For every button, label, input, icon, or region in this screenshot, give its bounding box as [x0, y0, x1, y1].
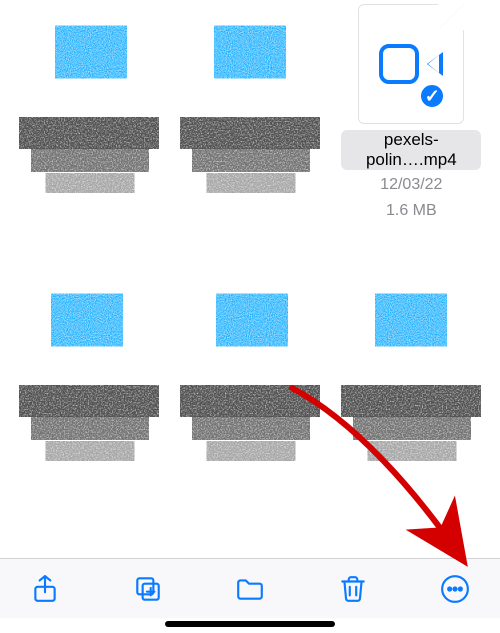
file-grid-area: ✓ pexels-polin….mp4 12/03/22 1.6 MB — [0, 0, 500, 555]
file-item[interactable] — [169, 268, 330, 498]
ellipsis-circle-icon — [440, 574, 470, 604]
share-icon — [30, 574, 60, 604]
share-button[interactable] — [24, 568, 66, 610]
duplicate-icon — [133, 574, 163, 604]
file-size-label: 1.6 MB — [386, 200, 437, 222]
file-date-label: 12/03/22 — [380, 174, 442, 196]
file-item[interactable] — [331, 268, 492, 498]
home-indicator[interactable] — [165, 621, 335, 627]
file-item[interactable] — [169, 0, 330, 230]
folder-icon — [235, 574, 265, 604]
bottom-toolbar — [0, 558, 500, 618]
loading-thumbnail — [180, 268, 320, 488]
trash-icon — [338, 574, 368, 604]
selected-check-icon: ✓ — [418, 82, 446, 110]
video-camera-icon — [381, 42, 441, 86]
duplicate-button[interactable] — [127, 568, 169, 610]
loading-thumbnail — [341, 268, 481, 488]
file-item[interactable] — [8, 268, 169, 498]
delete-button[interactable] — [332, 568, 374, 610]
more-button[interactable] — [434, 568, 476, 610]
file-name-label: pexels-polin….mp4 — [341, 130, 481, 170]
loading-thumbnail — [19, 268, 159, 488]
video-thumbnail: ✓ — [358, 4, 464, 124]
file-grid: ✓ pexels-polin….mp4 12/03/22 1.6 MB — [8, 0, 492, 498]
page-fold-icon — [438, 4, 464, 30]
file-item-selected[interactable]: ✓ pexels-polin….mp4 12/03/22 1.6 MB — [331, 0, 492, 230]
loading-thumbnail — [180, 0, 320, 220]
file-item[interactable] — [8, 0, 169, 230]
loading-thumbnail — [19, 0, 159, 220]
move-button[interactable] — [229, 568, 271, 610]
